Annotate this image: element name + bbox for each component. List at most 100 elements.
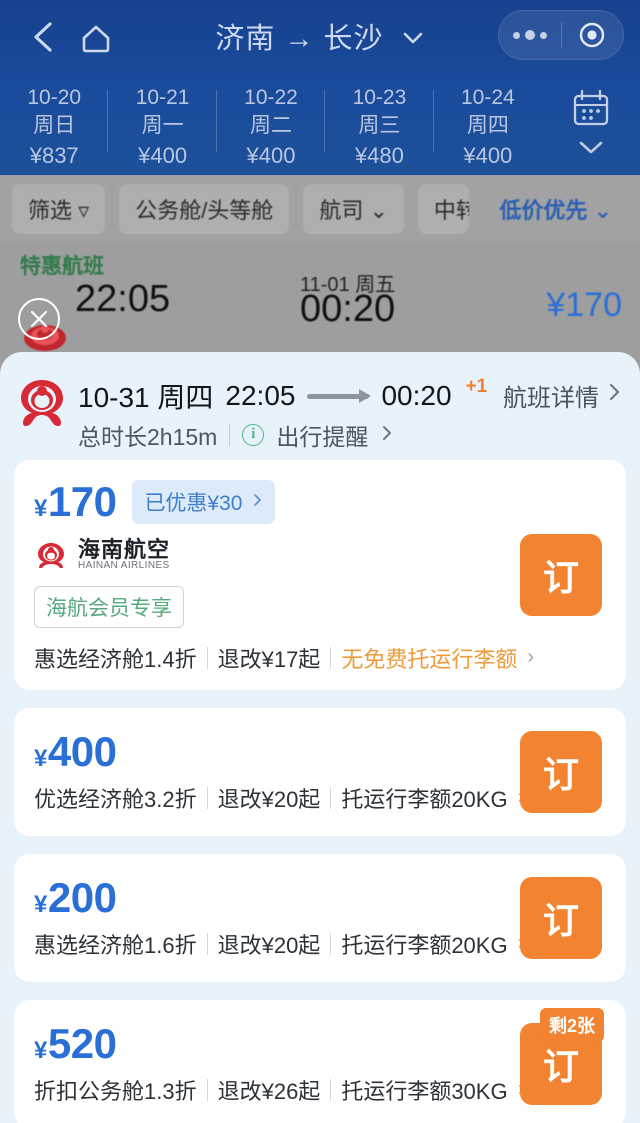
date-value: 10-21 — [135, 86, 190, 109]
sheet-depart-time: 22:05 — [225, 380, 296, 411]
date-price: ¥480 — [354, 142, 404, 168]
filter-label: 公务舱/头等舱 — [135, 197, 274, 223]
more-menu-button[interactable] — [499, 30, 561, 40]
more-dots-icon — [539, 31, 547, 39]
price-value: 200 — [47, 873, 117, 921]
hainan-airlines-logo — [21, 380, 63, 426]
airline-name-cn: 海南航空 — [78, 537, 171, 562]
close-miniprogram-button[interactable] — [562, 20, 624, 50]
flight-duration: 总时长2h15m — [78, 424, 218, 450]
chevron-right-icon — [380, 422, 394, 449]
order-button[interactable]: 订 — [520, 730, 602, 813]
fare-price-row: ¥170 已优惠¥30 — [34, 478, 606, 526]
arrow-right-icon — [307, 388, 372, 403]
fare-card[interactable]: ¥170 已优惠¥30 海南航空 HAINAN AIRLINES 海航会员专享 … — [14, 460, 626, 690]
fare-card[interactable]: ¥400 优选经济舱3.2折 退改¥20起 托运行李额20KG › 订 — [14, 707, 626, 836]
divider — [229, 424, 231, 446]
fare-price: ¥200 — [34, 873, 117, 922]
date-weekday: 周一 — [141, 114, 184, 138]
date-strip: 10-20 周日 ¥837 10-21 周一 ¥400 10-22 周二 ¥40… — [0, 78, 640, 175]
filter-chip-airline[interactable]: 航司 ⌄ — [303, 183, 404, 234]
app-header: 济南 → 长沙 10-20 周日 ¥837 10-21 周一 ¥400 10-2… — [0, 0, 640, 175]
sheet-duration-row: 总时长2h15m i 出行提醒 — [78, 418, 394, 452]
app-root: 济南 → 长沙 10-20 周日 ¥837 10-21 周一 ¥400 10-2… — [0, 0, 640, 1123]
filter-chip-cabin[interactable]: 公务舱/头等舱 — [119, 183, 290, 234]
date-price: ¥400 — [138, 142, 188, 168]
order-button[interactable]: 订 — [520, 876, 602, 959]
divider — [206, 646, 208, 669]
date-cell[interactable]: 10-20 周日 ¥837 — [0, 78, 109, 170]
filter-label: 航司 — [319, 197, 364, 223]
currency-symbol: ¥ — [34, 1036, 47, 1064]
date-value: 10-24 — [460, 86, 515, 109]
date-value: 10-22 — [244, 86, 298, 109]
refund-policy: 退改¥17起 — [217, 646, 321, 672]
discount-chip[interactable]: 已优惠¥30 — [132, 480, 276, 524]
date-weekday: 周四 — [466, 114, 509, 138]
filter-label: 筛选 — [28, 197, 73, 223]
cabin-class: 优选经济舱3.2折 — [34, 786, 197, 812]
discount-label: 已优惠¥30 — [144, 492, 243, 515]
stock-badge: 剩2张 — [539, 1007, 604, 1049]
currency-symbol: ¥ — [34, 744, 47, 772]
baggage-allowance: 无免费托运行李额 — [341, 646, 518, 672]
date-cell-list: 10-20 周日 ¥837 10-21 周一 ¥400 10-22 周二 ¥40… — [0, 78, 542, 170]
chevron-down-icon — [579, 141, 603, 154]
date-weekday: 周三 — [358, 114, 401, 138]
depart-time: 22:05 — [75, 278, 171, 320]
info-circle-icon: i — [242, 424, 265, 446]
date-weekday: 周二 — [250, 114, 293, 138]
chevron-right-icon — [252, 490, 263, 514]
date-cell[interactable]: 10-22 周二 ¥400 — [217, 78, 326, 170]
sheet-flight-times: 10-31 周四 22:05 00:20 +1 — [78, 376, 487, 416]
date-cell[interactable]: 10-24 周四 ¥400 — [434, 78, 542, 170]
refund-policy: 退改¥20起 — [217, 932, 321, 958]
refund-policy: 退改¥20起 — [217, 786, 321, 812]
price-value: 520 — [47, 1019, 117, 1067]
currency-symbol: ¥ — [34, 890, 47, 918]
sort-label: 低价优先 — [499, 197, 588, 223]
calendar-button[interactable] — [542, 78, 640, 156]
chevron-down-icon: ⌄ — [369, 197, 388, 223]
divider — [330, 932, 332, 955]
hainan-airlines-logo — [38, 542, 64, 568]
sort-button[interactable]: 低价优先 ⌄ — [483, 184, 628, 234]
travel-reminder-label[interactable]: 出行提醒 — [276, 418, 368, 452]
filter-chip-transfer[interactable]: 中转 — [417, 183, 470, 234]
date-cell[interactable]: 10-23 周三 ¥480 — [325, 78, 435, 170]
funnel-icon: ▿ — [78, 197, 90, 223]
arrive-time: 00:20 — [300, 288, 396, 330]
filter-bar: 筛选 ▿ 公务舱/头等舱 航司 ⌄ 中转 低价优先 ⌄ — [0, 175, 640, 242]
airline-name-en: HAINAN AIRLINES — [78, 560, 170, 572]
divider — [330, 1078, 332, 1101]
fare-list: ¥170 已优惠¥30 海南航空 HAINAN AIRLINES 海航会员专享 … — [0, 460, 640, 1123]
order-button[interactable]: 订 — [520, 533, 602, 616]
date-value: 10-20 — [27, 86, 82, 109]
fare-price: ¥170 — [34, 478, 117, 526]
target-circle-icon — [580, 22, 605, 48]
date-cell[interactable]: 10-21 周一 ¥400 — [108, 78, 218, 170]
chevron-down-icon: ⌄ — [593, 197, 612, 223]
flight-detail-label: 航班详情 — [503, 385, 599, 412]
filter-chip-screen[interactable]: 筛选 ▿ — [12, 183, 106, 234]
fare-price: ¥520 — [34, 1019, 117, 1068]
refund-policy: 退改¥26起 — [217, 1078, 321, 1104]
cabin-class: 惠选经济舱1.6折 — [34, 932, 197, 958]
fare-price: ¥400 — [34, 727, 117, 776]
more-dots-icon — [512, 31, 520, 39]
date-weekday: 周日 — [33, 114, 76, 138]
price-value: 400 — [47, 727, 117, 775]
cabin-class: 折扣公务舱1.3折 — [34, 1078, 197, 1104]
close-button[interactable] — [18, 298, 60, 340]
calendar-icon — [573, 89, 609, 126]
close-icon — [30, 310, 48, 328]
flight-date: 10-31 周四 — [78, 382, 214, 413]
fare-card[interactable]: 剩2张 ¥520 折扣公务舱1.3折 退改¥26起 托运行李额30KG › 订 — [14, 999, 626, 1123]
fare-bottom-sheet: 10-31 周四 22:05 00:20 +1 总时长2h15m i 出行提醒 … — [0, 352, 640, 1123]
fare-card[interactable]: ¥200 惠选经济舱1.6折 退改¥20起 托运行李额20KG › 订 — [14, 853, 626, 982]
flight-price: ¥170 — [546, 286, 622, 324]
flight-detail-link[interactable]: 航班详情 — [503, 378, 622, 413]
fare-meta-row: 惠选经济舱1.4折 退改¥17起 无免费托运行李额 › — [34, 642, 606, 674]
divider — [330, 786, 332, 809]
baggage-allowance: 托运行李额30KG — [341, 1078, 508, 1104]
